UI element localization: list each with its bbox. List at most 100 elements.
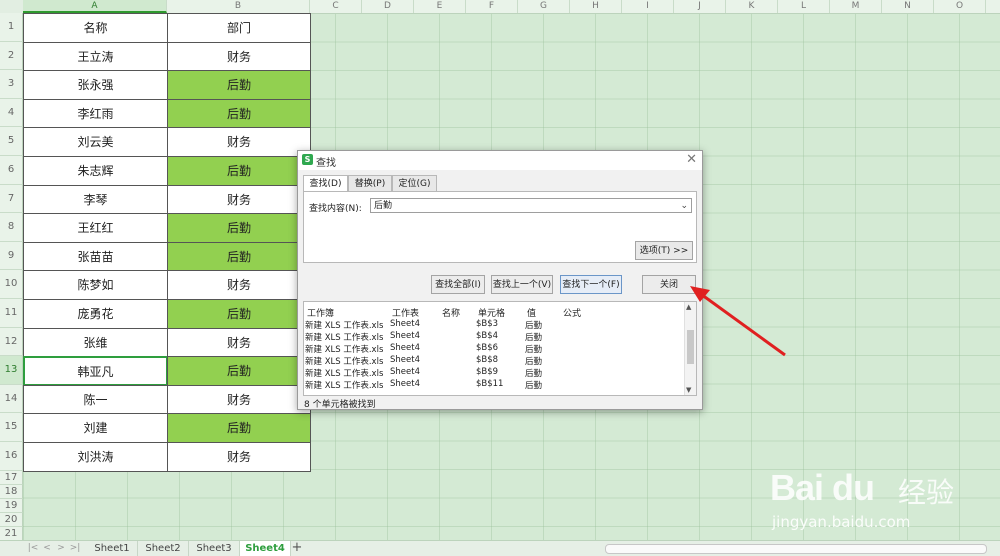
find-prev-button[interactable]: 查找上一个(V) xyxy=(491,275,553,294)
add-sheet-icon[interactable]: + xyxy=(290,541,304,556)
row-header-2[interactable]: 2 xyxy=(0,41,23,71)
column-header-g[interactable]: G xyxy=(518,0,570,13)
name-cell[interactable]: 陈一 xyxy=(23,384,168,415)
dept-cell[interactable]: 财务 xyxy=(167,442,311,472)
row-header-7[interactable]: 7 xyxy=(0,184,23,214)
result-row[interactable]: 新建 XLS 工作表.xls Sheet4 $B$11 后勤 xyxy=(304,379,684,391)
column-header-c[interactable]: C xyxy=(310,0,362,13)
row-header-8[interactable]: 8 xyxy=(0,213,23,242)
row-header-4[interactable]: 4 xyxy=(0,98,23,128)
name-cell[interactable]: 张苗苗 xyxy=(23,241,168,272)
row-header-12[interactable]: 12 xyxy=(0,327,23,357)
name-cell[interactable]: 李琴 xyxy=(23,184,168,215)
find-panel: 查找内容(N): 后勤 ⌄ 选项(T) >> xyxy=(303,191,697,263)
row-header-15[interactable]: 15 xyxy=(0,413,23,442)
dept-cell[interactable]: 后勤 xyxy=(167,413,311,443)
column-header-e[interactable]: E xyxy=(414,0,466,13)
name-cell[interactable]: 王红红 xyxy=(23,213,168,243)
sheet-tab-sheet4[interactable]: Sheet4 xyxy=(240,541,291,556)
dept-cell[interactable]: 后勤 xyxy=(167,213,311,243)
row-header-16[interactable]: 16 xyxy=(0,442,23,471)
sheet-nav-arrow-icon[interactable]: < xyxy=(40,542,54,555)
dept-cell[interactable]: 后勤 xyxy=(167,356,311,386)
sheet-nav-arrow-icon[interactable]: >| xyxy=(68,542,82,555)
chevron-down-icon[interactable]: ⌄ xyxy=(680,199,688,214)
dept-cell[interactable]: 后勤 xyxy=(167,98,311,129)
dept-cell[interactable]: 后勤 xyxy=(167,299,311,329)
result-row[interactable]: 新建 XLS 工作表.xls Sheet4 $B$6 后勤 xyxy=(304,343,684,355)
select-all-corner[interactable] xyxy=(0,0,24,13)
tab-find[interactable]: 查找(D) xyxy=(303,175,348,192)
find-all-button[interactable]: 查找全部(I) xyxy=(431,275,485,294)
name-cell[interactable]: 刘洪涛 xyxy=(23,442,168,472)
sheet-tab-sheet1[interactable]: Sheet1 xyxy=(87,541,138,556)
name-cell[interactable]: 朱志辉 xyxy=(23,156,168,186)
column-header-n[interactable]: N xyxy=(882,0,934,13)
name-cell[interactable]: 张永强 xyxy=(23,70,168,100)
sheet-tab-sheet2[interactable]: Sheet2 xyxy=(138,541,189,556)
result-header-formula: 公式 xyxy=(563,309,582,319)
row-header-20[interactable]: 20 xyxy=(0,512,23,527)
row-header-5[interactable]: 5 xyxy=(0,127,23,156)
column-header-o[interactable]: O xyxy=(934,0,986,13)
row-header-18[interactable]: 18 xyxy=(0,484,23,499)
row-header-14[interactable]: 14 xyxy=(0,384,23,414)
row-header-21[interactable]: 21 xyxy=(0,526,23,541)
name-cell[interactable]: 陈梦如 xyxy=(23,270,168,300)
find-input[interactable]: 后勤 ⌄ xyxy=(370,198,692,213)
row-header-17[interactable]: 17 xyxy=(0,470,23,485)
dept-cell[interactable]: 财务 xyxy=(167,270,311,300)
dept-cell[interactable]: 后勤 xyxy=(167,156,311,186)
result-row[interactable]: 新建 XLS 工作表.xls Sheet4 $B$4 后勤 xyxy=(304,331,684,343)
column-header-h[interactable]: H xyxy=(570,0,622,13)
row-header-13[interactable]: 13 xyxy=(0,356,23,385)
name-cell[interactable]: 庞勇花 xyxy=(23,299,168,329)
row-header-10[interactable]: 10 xyxy=(0,270,23,299)
row-header-3[interactable]: 3 xyxy=(0,70,23,99)
row-header-11[interactable]: 11 xyxy=(0,299,23,328)
result-row[interactable]: 新建 XLS 工作表.xls Sheet4 $B$8 后勤 xyxy=(304,355,684,367)
name-cell[interactable]: 刘建 xyxy=(23,413,168,443)
dept-cell[interactable]: 财务 xyxy=(167,384,311,415)
sheet-tab-sheet3[interactable]: Sheet3 xyxy=(189,541,240,556)
name-cell[interactable]: 王立涛 xyxy=(23,41,168,72)
tab-replace[interactable]: 替换(P) xyxy=(348,175,392,191)
column-header-i[interactable]: I xyxy=(622,0,674,13)
result-row[interactable]: 新建 XLS 工作表.xls Sheet4 $B$3 后勤 xyxy=(304,319,684,331)
horizontal-scrollbar[interactable] xyxy=(605,544,987,554)
sheet-nav-arrow-icon[interactable]: > xyxy=(54,542,68,555)
row-header-1[interactable]: 1 xyxy=(0,13,23,42)
name-cell[interactable]: 名称 xyxy=(23,13,168,43)
scroll-down-icon[interactable]: ▼ xyxy=(686,386,691,394)
row-header-9[interactable]: 9 xyxy=(0,241,23,271)
sheet-nav-arrow-icon[interactable]: |< xyxy=(26,542,40,555)
column-header-a[interactable]: A xyxy=(23,0,167,13)
dialog-titlebar[interactable]: S 查找 ✕ xyxy=(298,151,702,170)
column-header-b[interactable]: B xyxy=(167,0,310,13)
dept-cell[interactable]: 部门 xyxy=(167,13,311,43)
name-cell[interactable]: 刘云美 xyxy=(23,127,168,157)
close-icon[interactable]: ✕ xyxy=(686,152,697,167)
dept-cell[interactable]: 后勤 xyxy=(167,241,311,272)
column-header-j[interactable]: J xyxy=(674,0,726,13)
name-cell[interactable]: 张维 xyxy=(23,327,168,358)
column-header-l[interactable]: L xyxy=(778,0,830,13)
row-header-19[interactable]: 19 xyxy=(0,498,23,513)
row-header-6[interactable]: 6 xyxy=(0,156,23,185)
column-header-m[interactable]: M xyxy=(830,0,882,13)
dept-cell[interactable]: 财务 xyxy=(167,41,311,72)
dept-cell[interactable]: 财务 xyxy=(167,327,311,358)
dept-cell[interactable]: 财务 xyxy=(167,184,311,215)
find-next-button[interactable]: 查找下一个(F) xyxy=(560,275,622,294)
name-cell[interactable]: 李红雨 xyxy=(23,98,168,129)
result-row[interactable]: 新建 XLS 工作表.xls Sheet4 $B$9 后勤 xyxy=(304,367,684,379)
tab-goto[interactable]: 定位(G) xyxy=(392,175,437,191)
column-header-d[interactable]: D xyxy=(362,0,414,13)
results-list[interactable]: 工作簿 工作表 名称 单元格 值 公式 新建 XLS 工作表.xls Sheet4… xyxy=(303,301,697,396)
options-button[interactable]: 选项(T) >> xyxy=(635,241,693,260)
dept-cell[interactable]: 财务 xyxy=(167,127,311,157)
dept-cell[interactable]: 后勤 xyxy=(167,70,311,100)
name-cell[interactable]: 韩亚凡 xyxy=(23,356,168,386)
column-header-f[interactable]: F xyxy=(466,0,518,13)
column-header-k[interactable]: K xyxy=(726,0,778,13)
